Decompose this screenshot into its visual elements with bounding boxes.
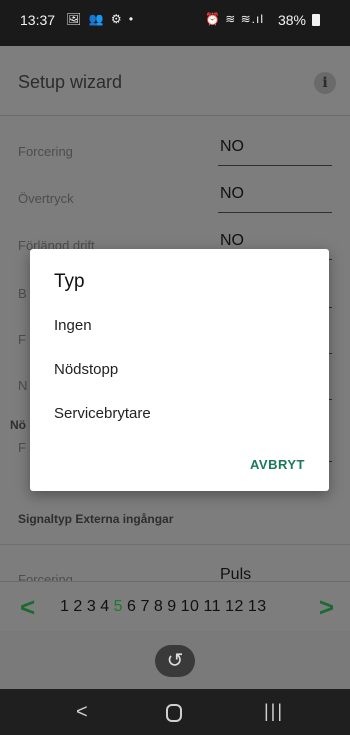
prev-page-button[interactable]: < <box>20 592 35 623</box>
row-value-field[interactable]: Puls <box>218 566 332 581</box>
page-number[interactable]: 8 <box>154 598 163 615</box>
form-row-forcering[interactable]: Forcering NO <box>0 124 350 172</box>
page-number[interactable]: 13 <box>248 598 267 615</box>
page-number[interactable]: 1 <box>60 598 69 615</box>
signal-icons: ⏰ ≋ ≋.ıl <box>204 12 264 26</box>
page-number[interactable]: 4 <box>100 598 109 615</box>
info-icon[interactable]: i <box>314 72 336 94</box>
row-label: F <box>18 332 26 347</box>
row-label: N <box>18 378 28 393</box>
row-value-field[interactable]: NO <box>218 185 332 213</box>
system-nav-bar: < ||| <box>0 689 350 735</box>
page-number[interactable]: 9 <box>167 598 176 615</box>
option-ingen[interactable]: Ingen <box>54 317 92 334</box>
divider <box>0 544 350 545</box>
page-number[interactable]: 6 <box>127 598 136 615</box>
row-value-field[interactable]: NO <box>218 138 332 166</box>
option-servicebrytare[interactable]: Servicebrytare <box>54 405 151 422</box>
status-time: 13:37 <box>20 12 56 28</box>
row-label: Forcering <box>18 144 73 159</box>
page-numbers: 1 2 3 4 5 6 7 8 9 10 11 12 13 <box>60 598 271 616</box>
row-label: B <box>18 286 27 301</box>
page-title: Setup wizard <box>18 72 123 92</box>
page-number-current[interactable]: 5 <box>114 598 123 615</box>
page-number[interactable]: 3 <box>87 598 96 615</box>
notification-icons: 🖼 👥 ⚙ • <box>66 12 136 26</box>
option-nodstopp[interactable]: Nödstopp <box>54 361 118 378</box>
row-label: Forcering <box>18 572 73 581</box>
next-page-button[interactable]: > <box>319 592 334 623</box>
form-row-forcering-puls[interactable]: Forcering Puls <box>0 552 350 581</box>
type-selection-dialog: Typ Ingen Nödstopp Servicebrytare AVBRYT <box>30 249 329 491</box>
bottom-action-bar: ↺ <box>0 631 350 689</box>
page-number[interactable]: 10 <box>181 598 200 615</box>
cancel-button[interactable]: AVBRYT <box>250 457 305 472</box>
page-number[interactable]: 7 <box>140 598 149 615</box>
battery-icon <box>312 14 320 26</box>
page-number[interactable]: 2 <box>73 598 82 615</box>
row-label: F <box>18 440 26 455</box>
page-number[interactable]: 12 <box>225 598 244 615</box>
form-row-overtryck[interactable]: Övertryck NO <box>0 171 350 219</box>
undo-back-icon[interactable]: ↺ <box>155 645 195 677</box>
nav-back-icon[interactable]: < <box>76 701 88 724</box>
nav-home-icon[interactable] <box>166 704 182 722</box>
section-header-signaltyp: Signaltyp Externa ingångar <box>18 512 174 526</box>
page-navigator: < 1 2 3 4 5 6 7 8 9 10 11 12 13 > <box>0 581 350 631</box>
dialog-title: Typ <box>54 271 85 292</box>
status-bar: 13:37 🖼 👥 ⚙ • 38% ⏰ ≋ ≋.ıl <box>0 0 350 46</box>
page-number[interactable]: 11 <box>203 598 221 615</box>
nav-recent-apps-icon[interactable]: ||| <box>264 701 284 722</box>
app-bar: Setup wizard i <box>0 46 350 116</box>
row-label: Övertryck <box>18 191 74 206</box>
battery-level: 38% <box>277 12 306 28</box>
